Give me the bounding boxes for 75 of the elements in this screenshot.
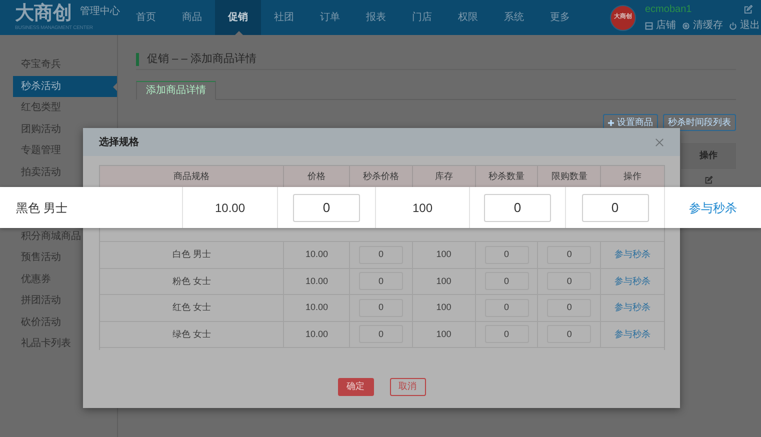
input-field[interactable]: 0	[547, 272, 592, 290]
table-cell-text: 10.00	[305, 274, 328, 288]
input-field[interactable]: 0	[582, 194, 648, 222]
title-accent	[136, 52, 139, 66]
nav-tab[interactable]: 商品	[169, 0, 215, 35]
nav-tab[interactable]: 首页	[123, 0, 169, 35]
table-cell-text: 粉色 女士	[172, 274, 211, 288]
nav-tab[interactable]: 订单	[307, 0, 353, 35]
table-cell-text: 10.00	[305, 328, 328, 340]
sidebar-item[interactable]: 积分商城商品	[13, 226, 117, 247]
sidebar-item[interactable]: 礼品卡列表	[13, 333, 117, 354]
header-link[interactable]: 退出	[729, 20, 760, 32]
header-link[interactable]: 店铺	[645, 20, 676, 32]
input-field[interactable]: 0	[359, 325, 403, 344]
input-field[interactable]: 0	[484, 246, 529, 264]
table-cell-text: 100	[436, 248, 452, 261]
table-cell-text: 黑色 男士	[16, 200, 68, 216]
nav-tab[interactable]: 更多	[537, 0, 583, 35]
username: ecmoban1	[645, 4, 692, 16]
table-cell-text: 100	[436, 301, 452, 314]
input-field[interactable]: 0	[484, 298, 529, 317]
table-cell-text: 100	[412, 200, 433, 216]
input-field[interactable]: 0	[547, 246, 592, 264]
input-field[interactable]: 0	[293, 194, 360, 222]
nav-tab[interactable]: 权限	[445, 0, 491, 35]
tab[interactable]: 添加商品详情	[136, 81, 216, 100]
page-title: 促销 – – 添加商品详情	[147, 52, 256, 67]
close-icon[interactable]	[655, 138, 664, 146]
header-link[interactable]: 清缓存	[682, 20, 723, 32]
edit-icon[interactable]	[744, 5, 753, 14]
table-cell-text: 10.00	[214, 200, 246, 216]
input-field[interactable]: 0	[359, 246, 403, 264]
dialog-button[interactable]: 确定	[338, 378, 374, 396]
nav-tab[interactable]: 门店	[399, 0, 445, 35]
sidebar-item[interactable]: 秒杀活动	[13, 76, 117, 97]
logo-text: 大商创	[15, 3, 72, 25]
action-link[interactable]: 参与秒杀	[614, 274, 651, 288]
nav-tab[interactable]: 报表	[353, 0, 399, 35]
sidebar-item[interactable]: 砍价活动	[13, 312, 117, 333]
column-header: 操作	[622, 170, 643, 184]
edit-icon[interactable]	[704, 176, 712, 184]
sidebar-item[interactable]: 红包类型	[13, 97, 117, 118]
input-field[interactable]: 0	[547, 325, 592, 344]
dialog-button[interactable]: 取消	[390, 378, 426, 396]
plus-icon	[608, 120, 614, 126]
input-field[interactable]: 0	[547, 298, 592, 317]
sidebar-item[interactable]: 预售活动	[13, 247, 117, 268]
table-cell-text: 绿色 女士	[172, 328, 211, 340]
panel-icon	[645, 22, 653, 30]
input-field[interactable]: 0	[359, 298, 403, 317]
logo-subtitle: 管理中心	[80, 5, 120, 19]
power-icon	[729, 22, 737, 30]
table-cell-text: 红色 女士	[172, 301, 211, 314]
settings-icon	[682, 22, 690, 30]
nav-tab[interactable]: 促销	[215, 0, 261, 35]
table-cell-text: 100	[436, 274, 452, 288]
table-cell-text: 10.00	[305, 248, 328, 261]
action-link[interactable]: 参与秒杀	[689, 198, 737, 216]
input-field[interactable]: 0	[484, 194, 551, 222]
action-link[interactable]: 参与秒杀	[614, 328, 651, 341]
nav-tab[interactable]: 社团	[261, 0, 307, 35]
dialog-title: 选择规格	[99, 136, 139, 150]
action-link[interactable]: 参与秒杀	[614, 248, 651, 262]
sidebar-item[interactable]: 拼团活动	[13, 290, 117, 312]
sidebar-item[interactable]: 夺宝奇兵	[13, 54, 117, 76]
table-cell-text: 10.00	[305, 301, 328, 314]
input-field[interactable]: 0	[484, 272, 529, 290]
table-cell-text: 白色 男士	[172, 248, 211, 261]
input-field[interactable]: 0	[484, 325, 529, 344]
table-cell-text: 100	[436, 328, 452, 340]
action-link[interactable]: 参与秒杀	[614, 301, 651, 314]
nav-tab[interactable]: 系统	[491, 0, 537, 35]
input-field[interactable]: 0	[359, 272, 403, 290]
sidebar-item[interactable]: 优惠券	[13, 268, 117, 290]
table-header-cell: 操作	[681, 143, 736, 169]
